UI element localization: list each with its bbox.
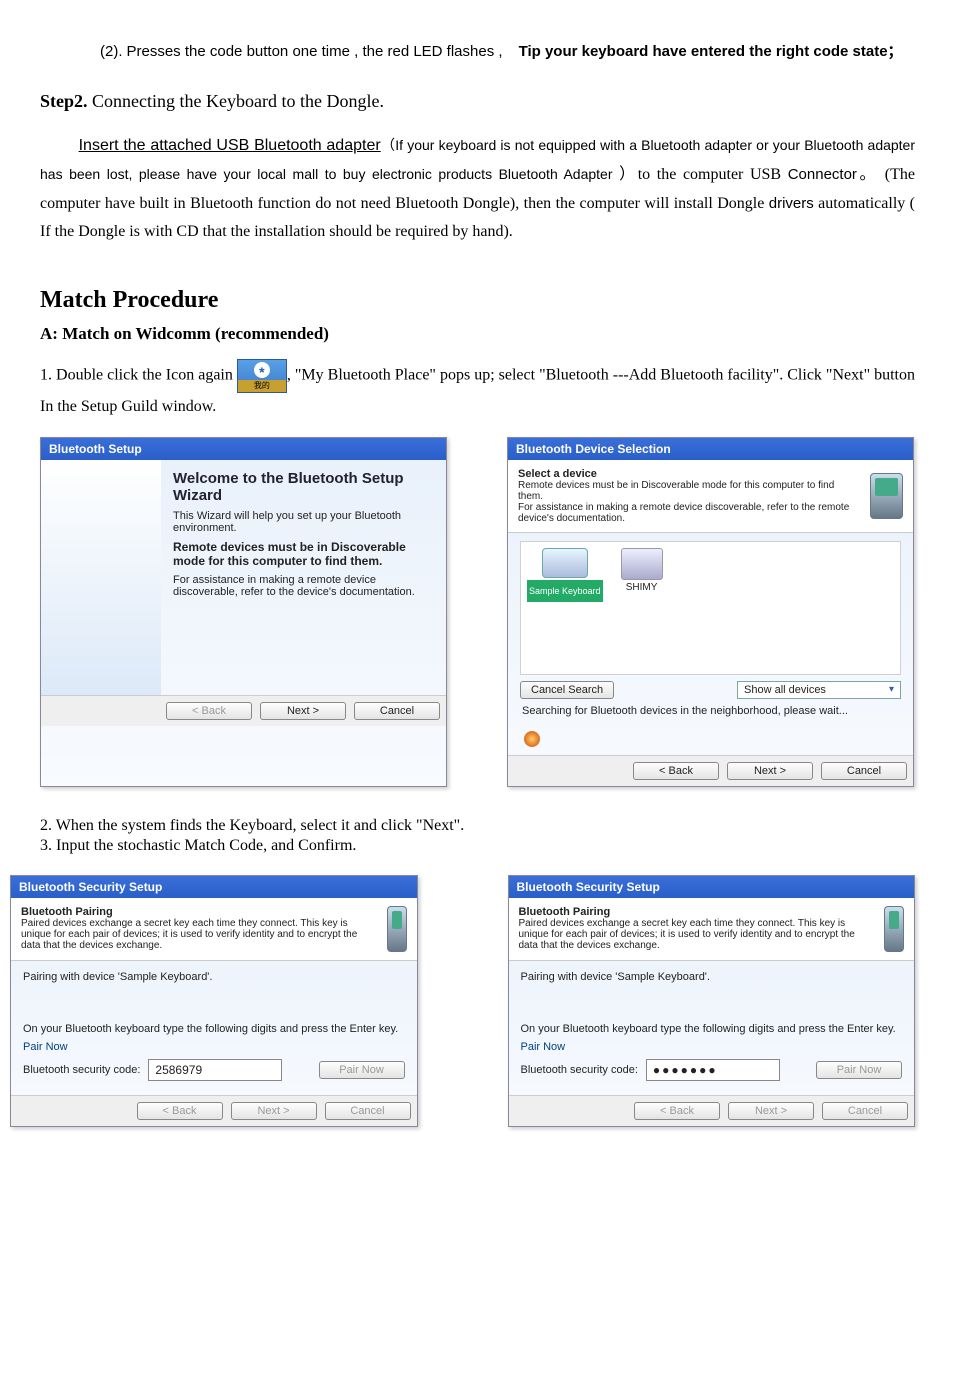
cancel-button[interactable]: Cancel — [821, 762, 907, 780]
step2-text: Connecting the Keyboard to the Dongle. — [88, 91, 384, 111]
bluetooth-tray-icon: 我的 — [237, 359, 287, 393]
select-sub2: For assistance in making a remote device… — [518, 502, 862, 524]
device-sample-keyboard[interactable]: Sample Keyboard — [527, 548, 603, 602]
sec-heading: Bluetooth Pairing — [519, 906, 877, 918]
cancel-button[interactable]: Cancel — [354, 702, 440, 720]
screenshot-bluetooth-setup: Bluetooth Setup Welcome to the Bluetooth… — [40, 437, 447, 787]
back-button[interactable]: < Back — [166, 702, 252, 720]
paren-close: ） — [613, 166, 638, 183]
wizard-footer: < Back Next > Cancel — [41, 695, 446, 726]
wizard-heading: Welcome to the Bluetooth Setup Wizard — [173, 470, 434, 504]
insert-adapter-text: Insert the attached USB Bluetooth adapte… — [79, 137, 381, 154]
instruct: On your Bluetooth keyboard type the foll… — [521, 1023, 903, 1035]
cancel-search-button[interactable]: Cancel Search — [520, 681, 614, 699]
wizard-line1: This Wizard will help you set up your Bl… — [173, 510, 434, 534]
item-bold: Tip your keyboard have entered the right… — [519, 43, 903, 60]
select-sub1: Remote devices must be in Discoverable m… — [518, 480, 862, 502]
next-button[interactable]: Next > — [260, 702, 346, 720]
step2-heading: Step2. Connecting the Keyboard to the Do… — [40, 91, 915, 112]
connector-word: Connector — [788, 166, 857, 183]
sec-heading: Bluetooth Pairing — [21, 906, 379, 918]
match-item-3: 3. Input the stochastic Match Code, and … — [40, 837, 915, 855]
searching-status: Searching for Bluetooth devices in the n… — [520, 699, 901, 723]
next-button[interactable]: Next > — [727, 762, 813, 780]
screenshot-row-2: Bluetooth Security Setup Bluetooth Pairi… — [10, 875, 915, 1127]
wizard-footer: < Back Next > Cancel — [508, 755, 913, 786]
computer-icon — [621, 548, 663, 580]
screenshot-security-plain: Bluetooth Security Setup Bluetooth Pairi… — [10, 875, 418, 1127]
sec-desc: Paired devices exchange a secret key eac… — [21, 918, 379, 951]
screenshot-security-masked: Bluetooth Security Setup Bluetooth Pairi… — [508, 875, 916, 1127]
drivers-word: drivers — [769, 195, 814, 212]
wizard-bold: Remote devices must be in Discoverable m… — [173, 540, 434, 568]
show-all-select[interactable]: Show all devices ▾ — [737, 681, 901, 699]
keyboard-icon — [542, 548, 588, 578]
match-item-1a: 1. Double click the Icon again — [40, 367, 233, 384]
wizard-line2: For assistance in making a remote device… — [173, 574, 434, 598]
next-button[interactable]: Next > — [231, 1102, 317, 1120]
code-label: Bluetooth security code: — [23, 1064, 140, 1076]
cancel-button[interactable]: Cancel — [325, 1102, 411, 1120]
device-list: Sample Keyboard SHIMY — [520, 541, 901, 675]
select-heading: Select a device — [518, 468, 862, 480]
back-button[interactable]: < Back — [633, 762, 719, 780]
pairing-with: Pairing with device 'Sample Keyboard'. — [23, 971, 405, 983]
screenshot-device-selection: Bluetooth Device Selection Select a devi… — [507, 437, 914, 787]
wizard-footer: < Back Next > Cancel — [509, 1095, 915, 1126]
pair-now-button[interactable]: Pair Now — [319, 1061, 405, 1079]
match-procedure-heading: Match Procedure — [40, 287, 915, 314]
pda-icon — [884, 906, 904, 952]
paren-open: （ — [381, 137, 396, 153]
item-text: Presses the code button one time , the r… — [127, 43, 503, 60]
device-label: Sample Keyboard — [527, 580, 603, 602]
instruct: On your Bluetooth keyboard type the foll… — [23, 1023, 405, 1035]
progress-orb-icon — [524, 731, 540, 747]
pda-icon — [870, 473, 903, 519]
device-label: SHIMY — [621, 582, 663, 593]
header-band: Bluetooth Pairing Paired devices exchang… — [11, 898, 417, 961]
step1-item-2: (2). Presses the code button one time , … — [100, 40, 915, 61]
pair-now-link[interactable]: Pair Now — [521, 1041, 903, 1053]
wizard-sidebar — [41, 460, 161, 695]
step2-rest1: to the computer USB — [638, 166, 788, 183]
window-title: Bluetooth Device Selection — [508, 438, 913, 460]
pda-icon — [387, 906, 407, 952]
step2-body: Insert the attached USB Bluetooth adapte… — [40, 132, 915, 247]
window-title: Bluetooth Security Setup — [509, 876, 915, 898]
security-code-input[interactable]: 2586979 — [148, 1059, 282, 1081]
pair-now-link[interactable]: Pair Now — [23, 1041, 405, 1053]
select-label: Show all devices — [744, 684, 826, 696]
match-sub-a: A: Match on Widcomm (recommended) — [40, 324, 915, 344]
header-band: Select a device Remote devices must be i… — [508, 460, 913, 533]
code-label: Bluetooth security code: — [521, 1064, 638, 1076]
window-title: Bluetooth Security Setup — [11, 876, 417, 898]
match-item-2: 2. When the system finds the Keyboard, s… — [40, 817, 915, 835]
window-title: Bluetooth Setup — [41, 438, 446, 460]
header-band: Bluetooth Pairing Paired devices exchang… — [509, 898, 915, 961]
back-button[interactable]: < Back — [634, 1102, 720, 1120]
sec-desc: Paired devices exchange a secret key eac… — [519, 918, 877, 951]
match-item-1: 1. Double click the Icon again 我的, "My B… — [40, 359, 915, 422]
device-shimy[interactable]: SHIMY — [621, 548, 663, 593]
screenshot-row-1: Bluetooth Setup Welcome to the Bluetooth… — [40, 437, 915, 787]
pair-now-button[interactable]: Pair Now — [816, 1061, 902, 1079]
next-button[interactable]: Next > — [728, 1102, 814, 1120]
step2-label: Step2. — [40, 91, 88, 111]
back-button[interactable]: < Back — [137, 1102, 223, 1120]
chevron-down-icon: ▾ — [889, 684, 894, 695]
item-number: (2). — [100, 43, 123, 60]
pairing-with: Pairing with device 'Sample Keyboard'. — [521, 971, 903, 983]
security-code-input[interactable]: ●●●●●●● — [646, 1059, 780, 1081]
wizard-footer: < Back Next > Cancel — [11, 1095, 417, 1126]
cancel-button[interactable]: Cancel — [822, 1102, 908, 1120]
